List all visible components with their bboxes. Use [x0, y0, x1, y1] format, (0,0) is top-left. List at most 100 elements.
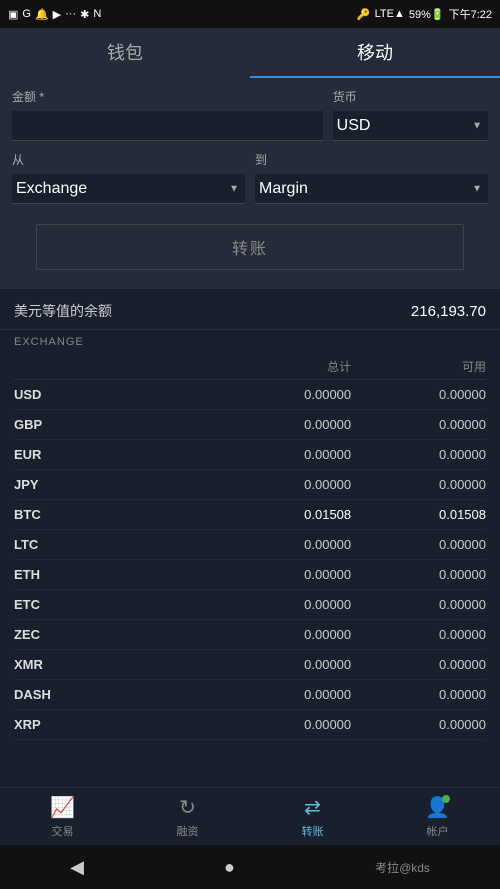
status-lte: LTE▲: [375, 8, 405, 20]
balance-label: 美元等值的余额: [14, 301, 112, 321]
balance-section: 美元等值的余额 216,193.70: [0, 289, 500, 329]
nav-item-transfer[interactable]: ⇄ 转账: [250, 795, 375, 839]
table-row: ETH0.000000.00000: [14, 560, 486, 590]
row-avail-xmr: 0.00000: [351, 657, 486, 672]
row-total-zec: 0.00000: [216, 627, 351, 642]
row-total-jpy: 0.00000: [216, 477, 351, 492]
top-tabs: 钱包 移动: [0, 28, 500, 78]
row-avail-btc: 0.01508: [351, 507, 486, 522]
table-row: XMR0.000000.00000: [14, 650, 486, 680]
tab-wallet[interactable]: 钱包: [0, 28, 250, 78]
table-row: XRP0.000000.00000: [14, 710, 486, 740]
status-icon-nfc: N: [93, 8, 101, 20]
system-bar: ◀ ● 考拉@kds: [0, 845, 500, 889]
row-avail-zec: 0.00000: [351, 627, 486, 642]
amount-group: 金额 *: [12, 88, 323, 141]
nav-label-account: 帐户: [427, 823, 449, 839]
form-area: 金额 * 货币 USD 从 Exchange 到: [0, 78, 500, 288]
row-currency-jpy: JPY: [14, 477, 216, 492]
row-currency-gbp: GBP: [14, 417, 216, 432]
row-avail-gbp: 0.00000: [351, 417, 486, 432]
table-row: DASH0.000000.00000: [14, 680, 486, 710]
row-total-ltc: 0.00000: [216, 537, 351, 552]
row-currency-ltc: LTC: [14, 537, 216, 552]
status-icon-play: ▶: [53, 8, 61, 21]
balance-amount: 216,193.70: [411, 303, 486, 320]
tab-move[interactable]: 移动: [250, 28, 500, 78]
row-total-btc: 0.01508: [216, 507, 351, 522]
row-total-xmr: 0.00000: [216, 657, 351, 672]
brand-label: 考拉@kds: [375, 859, 430, 876]
row-currency-etc: ETC: [14, 597, 216, 612]
header-available: 可用: [351, 358, 486, 375]
back-button[interactable]: ◀: [70, 857, 84, 878]
from-to-row: 从 Exchange 到 Margin: [12, 151, 488, 204]
status-icon-bell: 🔔: [35, 8, 49, 21]
to-select-wrapper[interactable]: Margin: [255, 174, 488, 204]
currency-label: 货币: [333, 88, 488, 105]
header-total: 总计: [216, 358, 351, 375]
status-battery: 59%🔋: [409, 8, 445, 21]
nav-item-fund[interactable]: ↻ 融资: [125, 795, 250, 839]
row-avail-usd: 0.00000: [351, 387, 486, 402]
row-total-gbp: 0.00000: [216, 417, 351, 432]
table-row: EUR0.000000.00000: [14, 440, 486, 470]
amount-input[interactable]: [12, 111, 323, 141]
header-name: [14, 358, 216, 375]
row-currency-eur: EUR: [14, 447, 216, 462]
row-total-etc: 0.00000: [216, 597, 351, 612]
nav-label-trade: 交易: [52, 823, 74, 839]
row-avail-ltc: 0.00000: [351, 537, 486, 552]
row-total-eur: 0.00000: [216, 447, 351, 462]
row-total-dash: 0.00000: [216, 687, 351, 702]
status-left: ▣ G 🔔 ▶ ··· ✱ N: [8, 8, 101, 21]
row-currency-btc: BTC: [14, 507, 216, 522]
table-row: LTC0.000000.00000: [14, 530, 486, 560]
transfer-icon: ⇄: [304, 795, 321, 820]
table-row: ETC0.000000.00000: [14, 590, 486, 620]
nav-label-fund: 融资: [177, 823, 199, 839]
section-label: EXCHANGE: [14, 330, 486, 350]
home-button[interactable]: ●: [224, 857, 235, 878]
currency-select-wrapper[interactable]: USD: [333, 111, 488, 141]
status-icon-more: ···: [65, 8, 76, 20]
row-avail-xrp: 0.00000: [351, 717, 486, 732]
row-currency-zec: ZEC: [14, 627, 216, 642]
account-icon-wrap: 👤: [425, 795, 450, 820]
to-group: 到 Margin: [255, 151, 488, 204]
row-currency-usd: USD: [14, 387, 216, 402]
table-row: USD0.000000.00000: [14, 380, 486, 410]
from-select-wrapper[interactable]: Exchange: [12, 174, 245, 204]
from-select[interactable]: Exchange: [12, 174, 245, 204]
to-label: 到: [255, 151, 488, 168]
from-group: 从 Exchange: [12, 151, 245, 204]
row-avail-dash: 0.00000: [351, 687, 486, 702]
currency-group: 货币 USD: [333, 88, 488, 141]
from-label: 从: [12, 151, 245, 168]
table-row: JPY0.000000.00000: [14, 470, 486, 500]
row-total-usd: 0.00000: [216, 387, 351, 402]
nav-label-transfer: 转账: [302, 823, 324, 839]
nav-item-trade[interactable]: 📈 交易: [0, 795, 125, 839]
transfer-button[interactable]: 转账: [36, 224, 464, 270]
table-row: BTC0.015080.01508: [14, 500, 486, 530]
currency-select[interactable]: USD: [333, 111, 488, 141]
bottom-nav: 📈 交易 ↻ 融资 ⇄ 转账 👤 帐户: [0, 787, 500, 845]
status-icon-menu: ▣: [8, 8, 18, 21]
nav-item-account[interactable]: 👤 帐户: [375, 795, 500, 839]
row-currency-eth: ETH: [14, 567, 216, 582]
amount-currency-row: 金额 * 货币 USD: [12, 88, 488, 141]
to-select[interactable]: Margin: [255, 174, 488, 204]
row-total-eth: 0.00000: [216, 567, 351, 582]
row-currency-xmr: XMR: [14, 657, 216, 672]
status-right: 🔑 LTE▲ 59%🔋 下午7:22: [357, 6, 492, 22]
account-badge: [442, 795, 450, 803]
status-icon-bt: ✱: [80, 8, 89, 21]
row-currency-xrp: XRP: [14, 717, 216, 732]
table-row: GBP0.000000.00000: [14, 410, 486, 440]
row-avail-eth: 0.00000: [351, 567, 486, 582]
transfer-btn-row: 转账: [12, 214, 488, 276]
trade-icon: 📈: [50, 795, 75, 820]
table-row: ZEC0.000000.00000: [14, 620, 486, 650]
amount-label: 金额 *: [12, 88, 323, 105]
